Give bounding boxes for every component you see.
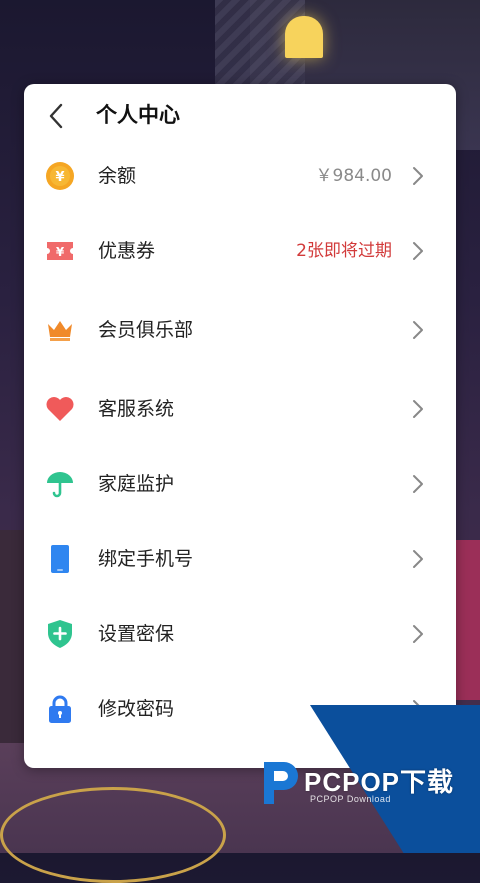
- menu-item-label: 优惠券: [98, 240, 156, 262]
- svg-text:¥: ¥: [56, 245, 65, 259]
- menu-item-label: 家庭监护: [98, 473, 175, 495]
- umbrella-icon: [44, 468, 76, 500]
- menu-item-member-club[interactable]: 会员俱乐部: [24, 300, 456, 360]
- chevron-right-icon: [410, 239, 426, 263]
- menu-item-label: 余额: [98, 165, 137, 187]
- svg-text:¥: ¥: [55, 170, 64, 185]
- chevron-right-icon: [410, 622, 426, 646]
- dialog-header: 个人中心: [24, 84, 456, 144]
- menu-item-label: 设置密保: [98, 623, 175, 645]
- menu-item-family-guardian[interactable]: 家庭监护: [24, 454, 456, 514]
- chevron-right-icon: [410, 472, 426, 496]
- crown-icon: [44, 314, 76, 346]
- chevron-right-icon: [410, 397, 426, 421]
- chevron-left-icon: [49, 103, 63, 129]
- phone-icon: [44, 543, 76, 575]
- personal-center-dialog: 个人中心 ¥ 余额 ￥984.00 ¥ 优惠券 2张即将过期 会员俱乐部 客服系…: [24, 84, 456, 768]
- chevron-right-icon: [410, 318, 426, 342]
- watermark-subtitle: PCPOP Download: [310, 794, 391, 804]
- ticket-icon: ¥: [44, 235, 76, 267]
- coupon-status: 2张即将过期: [296, 241, 392, 261]
- chevron-right-icon: [410, 164, 426, 188]
- chevron-right-icon: [410, 547, 426, 571]
- menu-item-label: 会员俱乐部: [98, 319, 194, 341]
- heart-icon: [44, 393, 76, 425]
- shield-plus-icon: [44, 618, 76, 650]
- background-circle: [0, 787, 226, 883]
- balance-value: ￥984.00: [315, 166, 392, 186]
- menu-item-bind-phone[interactable]: 绑定手机号: [24, 529, 456, 589]
- coin-icon: ¥: [44, 160, 76, 192]
- back-button[interactable]: [40, 100, 72, 132]
- menu-item-label: 绑定手机号: [98, 548, 194, 570]
- menu-item-security-question[interactable]: 设置密保: [24, 604, 456, 664]
- background-wall: [456, 540, 480, 700]
- watermark-logo-icon: [264, 762, 298, 804]
- menu-item-balance[interactable]: ¥ 余额 ￥984.00: [24, 146, 456, 206]
- menu-item-label: 修改密码: [98, 698, 175, 720]
- menu-item-label: 客服系统: [98, 398, 175, 420]
- background-window: [285, 16, 323, 58]
- lock-icon: [44, 693, 76, 725]
- menu-item-coupons[interactable]: ¥ 优惠券 2张即将过期: [24, 221, 456, 281]
- page-title: 个人中心: [96, 103, 180, 127]
- menu-item-customer-service[interactable]: 客服系统: [24, 379, 456, 439]
